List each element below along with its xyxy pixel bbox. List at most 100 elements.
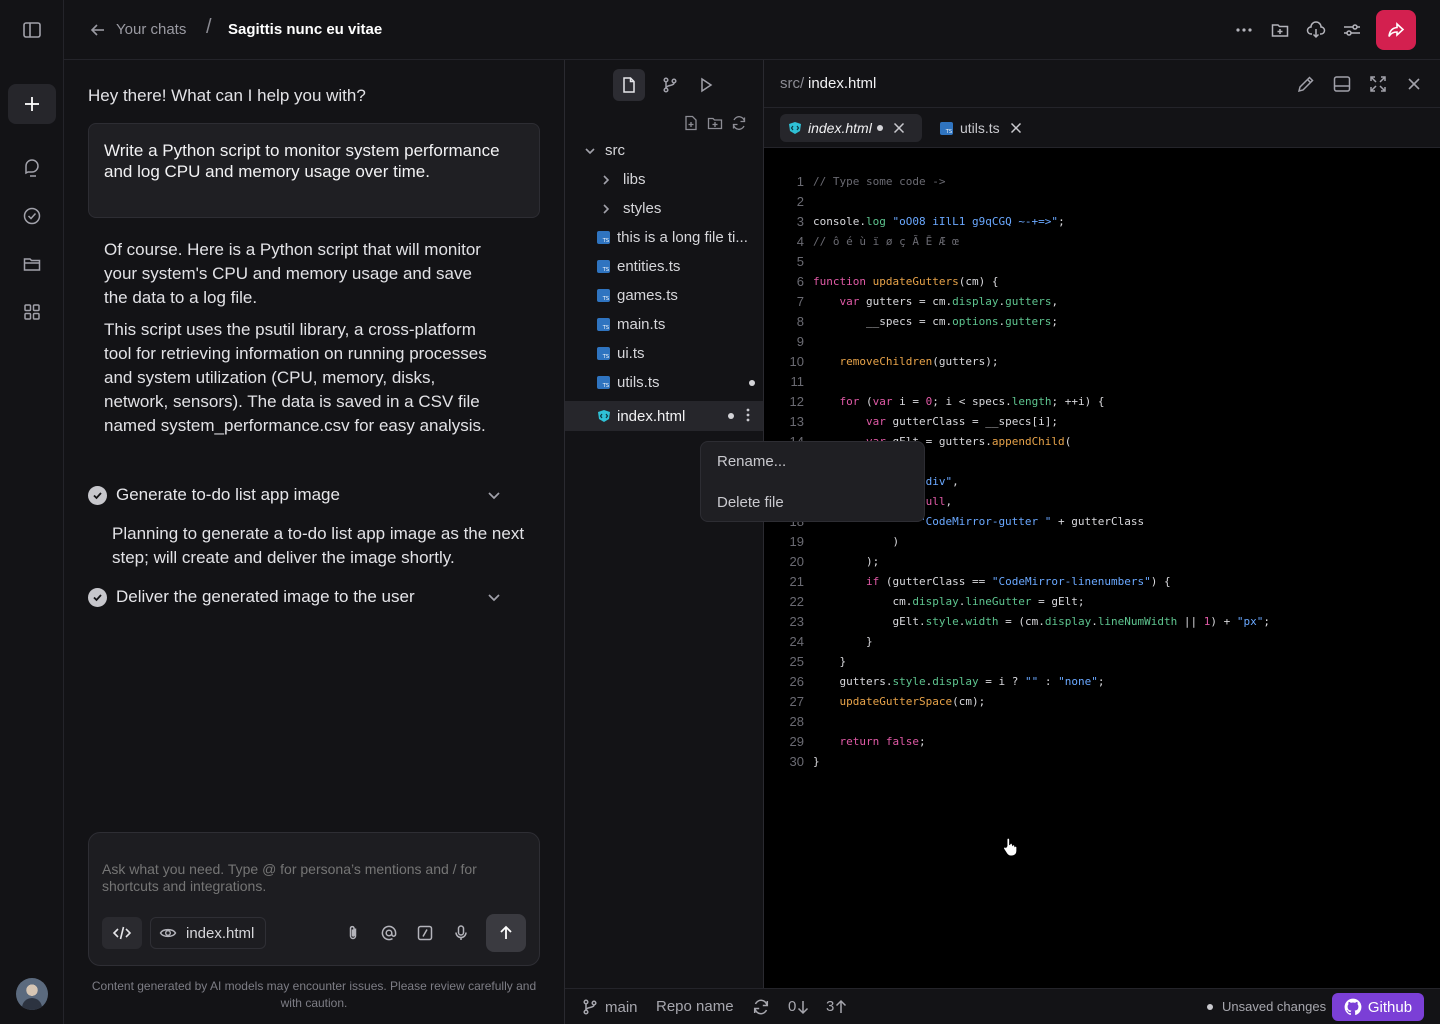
tree-file[interactable]: this is a long file ti... (565, 223, 763, 252)
close-tab-icon[interactable] (892, 121, 906, 135)
slash-command-icon[interactable] (411, 917, 439, 949)
code-line[interactable]: 13 var gutterClass = __specs[i]; (764, 412, 1440, 432)
cloud-download-icon[interactable] (1304, 18, 1328, 42)
tree-file[interactable]: utils.ts (565, 368, 763, 397)
microphone-icon[interactable] (447, 917, 475, 949)
more-options-icon[interactable] (1232, 18, 1256, 42)
message-input[interactable] (102, 861, 526, 897)
edit-pencil-icon[interactable] (1296, 74, 1316, 94)
attach-icon[interactable] (339, 917, 367, 949)
send-button[interactable] (486, 914, 526, 952)
left-rail (0, 0, 64, 1024)
breadcrumb-your-chats[interactable]: Your chats (116, 20, 186, 40)
tree-file[interactable]: entities.ts (565, 252, 763, 281)
code-line[interactable]: 2 (764, 192, 1440, 212)
line-number: 1 (796, 174, 804, 189)
tree-file[interactable]: games.ts (565, 281, 763, 310)
code-line[interactable]: 6 function updateGutters(cm) { (764, 272, 1440, 292)
settings-sliders-icon[interactable] (1340, 18, 1364, 42)
code-line[interactable]: 4 // ô é ù ï ø ç Ã Ē Æ œ (764, 232, 1440, 252)
add-folder-icon[interactable] (1268, 18, 1292, 42)
tree-folder-styles[interactable]: styles (565, 194, 763, 223)
html-file-icon (597, 409, 611, 423)
tree-folder-src[interactable]: src (565, 136, 763, 165)
arrow-down-icon (796, 999, 810, 1015)
tab-utils-ts[interactable]: utils.ts (932, 114, 1036, 142)
line-number: 4 (796, 234, 804, 249)
file-label: games.ts (617, 287, 678, 304)
code-text: updateGutterSpace(cm); (839, 695, 986, 708)
files-tab-icon[interactable] (613, 69, 645, 101)
tasks-icon[interactable] (16, 200, 48, 232)
kebab-menu-icon[interactable] (745, 407, 751, 423)
split-panel-icon[interactable] (1332, 74, 1352, 94)
tree-file[interactable]: ui.ts (565, 339, 763, 368)
code-line[interactable]: 9 (764, 332, 1440, 352)
tree-folder-libs[interactable]: libs (565, 165, 763, 194)
step-detail: Planning to generate a to-do list app im… (112, 524, 525, 567)
folder-icon[interactable] (16, 248, 48, 280)
chevron-down-icon[interactable] (486, 487, 502, 503)
code-line[interactable]: 7 var gutters = cm.display.gutters, (764, 292, 1440, 312)
chevron-right-icon (599, 202, 613, 216)
tab-index-html[interactable]: index.html (780, 114, 922, 142)
code-line[interactable]: 11 (764, 372, 1440, 392)
code-line[interactable]: 28 (764, 712, 1440, 732)
code-line[interactable]: 10 removeChildren(gutters); (764, 352, 1440, 372)
code-line[interactable]: 8 __specs = cm.options.gutters; (764, 312, 1440, 332)
menu-item-delete-file[interactable]: Delete file (717, 494, 784, 511)
line-number: 13 (789, 414, 804, 429)
step-deliver-image[interactable]: Deliver the generated image to the user (88, 583, 502, 611)
run-tab-icon[interactable] (691, 70, 721, 100)
new-chat-button[interactable] (8, 84, 56, 124)
code-line[interactable]: 27 updateGutterSpace(cm); (764, 692, 1440, 712)
code-line[interactable]: 25 } (764, 652, 1440, 672)
chats-icon[interactable] (16, 152, 48, 184)
chevron-down-icon[interactable] (486, 589, 502, 605)
new-folder-icon[interactable] (707, 115, 723, 131)
line-number: 27 (789, 694, 804, 709)
context-file-chip[interactable]: index.html (150, 917, 266, 949)
back-arrow-icon[interactable] (88, 20, 108, 40)
code-line[interactable]: 30} (764, 752, 1440, 772)
share-button[interactable] (1376, 10, 1416, 50)
repo-name[interactable]: Repo name (656, 998, 734, 1015)
close-tab-icon[interactable] (1009, 121, 1023, 135)
menu-item-rename[interactable]: Rename... (717, 453, 786, 470)
code-line[interactable]: 24 } (764, 632, 1440, 652)
code-text: __specs = cm.options.gutters; (813, 315, 1059, 328)
refresh-icon[interactable] (731, 115, 747, 131)
branch-indicator[interactable]: main (581, 998, 638, 1016)
code-line[interactable]: 21 if (gutterClass == "CodeMirror-linenu… (764, 572, 1440, 592)
code-line[interactable]: 26 gutters.style.display = i ? "" : "non… (764, 672, 1440, 692)
tree-file-selected[interactable]: index.html (565, 401, 763, 431)
sidebar-toggle-icon[interactable] (16, 14, 48, 46)
code-line[interactable]: 3 console.log "oO08 iIlL1 g9qCGQ ~-+=>"; (764, 212, 1440, 232)
code-line[interactable]: 1 // Type some code -> (764, 172, 1440, 192)
line-number: 3 (796, 214, 804, 229)
code-line[interactable]: 29 return false; (764, 732, 1440, 752)
chevron-down-icon (583, 144, 597, 158)
tree-file[interactable]: main.ts (565, 310, 763, 339)
new-file-icon[interactable] (683, 115, 699, 131)
mention-icon[interactable] (375, 917, 403, 949)
code-text: gutters.style.display = i ? "" : "none"; (813, 675, 1105, 688)
code-line[interactable]: 5 (764, 252, 1440, 272)
github-button[interactable]: Github (1332, 993, 1424, 1021)
code-line[interactable]: 22 cm.display.lineGutter = gElt; (764, 592, 1440, 612)
sync-icon[interactable] (752, 998, 770, 1016)
user-avatar[interactable] (16, 978, 48, 1010)
code-line[interactable]: 23 gElt.style.width = (cm.display.lineNu… (764, 612, 1440, 632)
code-line[interactable]: 19 ) (764, 532, 1440, 552)
folder-label: libs (623, 171, 646, 188)
apps-grid-icon[interactable] (16, 296, 48, 328)
line-number: 28 (789, 714, 804, 729)
step-generate-image[interactable]: Generate to-do list app image (88, 481, 502, 509)
code-mode-button[interactable] (102, 917, 142, 949)
code-line[interactable]: 12 for (var i = 0; i < specs.length; ++i… (764, 392, 1440, 412)
git-branch-tab-icon[interactable] (655, 70, 685, 100)
close-icon[interactable] (1404, 74, 1424, 94)
code-line[interactable]: 20 ); (764, 552, 1440, 572)
fullscreen-icon[interactable] (1368, 74, 1388, 94)
ts-file-icon (597, 318, 610, 331)
